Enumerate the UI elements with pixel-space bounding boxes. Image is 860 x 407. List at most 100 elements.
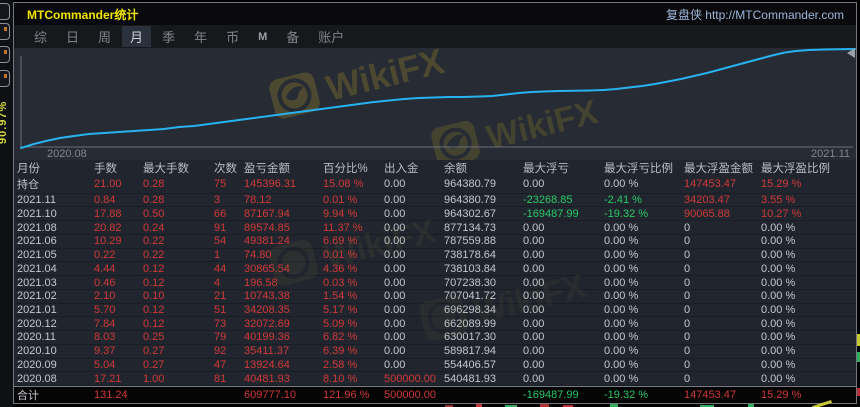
column-header: 次数 <box>214 163 237 175</box>
table-row[interactable]: 2021.04 4.44 0.12 44 30865.54 4.36 % 0.00 73810… <box>14 262 856 277</box>
table-cell: 0.22 <box>143 249 165 262</box>
table-cell: 0 <box>684 345 691 358</box>
menu-item-年[interactable]: 年 <box>186 26 215 47</box>
table-row[interactable]: 2020.11 8.03 0.25 79 40199.36 6.82 % 0.00 63001… <box>14 331 856 345</box>
table-cell: 0.00 % <box>761 221 796 234</box>
menu-item-季[interactable]: 季 <box>154 26 183 47</box>
column-header: 最大浮亏比例 <box>604 163 673 175</box>
total-cell: 121.96 % <box>323 389 370 401</box>
menu-item-备[interactable]: 备 <box>278 26 307 47</box>
table-cell: 0.00 % <box>604 345 639 358</box>
column-header: 盈亏金额 <box>244 163 290 175</box>
table-cell: 707238.30 <box>444 276 496 289</box>
table-cell: 0.00 % <box>604 235 639 248</box>
table-cell: 196.58 <box>244 276 278 289</box>
brand-link[interactable]: 复盘侠 http://MTCommander.com <box>666 6 844 23</box>
table-cell: 34208.35 <box>244 303 290 316</box>
table-cell: 6.39 % <box>323 345 358 358</box>
table-row[interactable]: 2020.09 5.04 0.27 47 13924.64 2.58 % 0.00 55440… <box>14 359 856 373</box>
table-cell: 0.00 <box>523 178 545 191</box>
table-cell: 0.00 <box>523 372 545 385</box>
table-cell: 持仓 <box>17 179 39 192</box>
column-header: 百分比% <box>323 163 368 175</box>
table-cell: 0.00 <box>384 221 406 234</box>
table-cell: 0.00 % <box>761 372 796 385</box>
table-cell: 0.00 % <box>761 290 796 303</box>
table-cell: 10.29 <box>94 235 122 248</box>
table-row[interactable]: 2020.08 17.21 1.00 81 40481.93 8.10 % 500000.0… <box>14 372 856 387</box>
table-row[interactable]: 2020.12 7.84 0.12 73 32072.69 5.09 % 0.00 66208… <box>14 317 856 332</box>
table-cell: 78.12 <box>244 194 272 207</box>
stats-table: WikiFX WikiFX 月份 手数 最大手数 次数 盈亏金额 百分比% 出入金 余额 最大浮… <box>14 160 856 403</box>
edge-toolbar-button[interactable] <box>0 3 10 20</box>
table-cell: 74.80 <box>244 249 272 262</box>
edge-toolbar-button[interactable] <box>0 70 10 87</box>
total-cell: -19.32 % <box>604 389 649 401</box>
table-row[interactable]: 2021.11 0.84 0.28 3 78.12 0.01 % 0.00 964380.79… <box>14 194 856 208</box>
table-cell: 4 <box>214 276 221 289</box>
table-cell: 6.82 % <box>323 331 358 344</box>
table-cell: 2020.12 <box>17 317 57 330</box>
table-row[interactable]: 2021.05 0.22 0.22 1 74.80 0.01 % 0.00 738178.64… <box>14 249 856 263</box>
table-row[interactable]: 2021.02 2.10 0.10 21 10743.38 1.54 % 0.00 70704… <box>14 290 856 304</box>
column-header: 手数 <box>94 163 117 175</box>
total-cell: 147453.47 <box>684 389 736 401</box>
table-row[interactable]: 持仓 21.00 0.28 75 145396.31 15.08 % 0.00 964380.… <box>14 176 856 194</box>
table-cell: 2021.01 <box>17 303 57 316</box>
table-cell: 8.03 <box>94 331 116 344</box>
table-cell: 540481.93 <box>444 372 496 385</box>
table-cell: 964380.79 <box>444 194 496 207</box>
edge-toolbar-button[interactable] <box>0 46 10 63</box>
table-cell: 0.00 <box>523 249 545 262</box>
table-cell: 6.69 % <box>323 235 358 248</box>
table-cell: 0 <box>684 358 691 371</box>
table-cell: 7.84 <box>94 317 116 330</box>
table-cell: 0.00 % <box>604 276 639 289</box>
menu-item-综[interactable]: 综 <box>26 26 55 47</box>
menu-item-M[interactable]: M <box>250 30 275 44</box>
table-row[interactable]: 2021.01 5.70 0.12 51 34208.35 5.17 % 0.00 69629… <box>14 304 856 318</box>
table-cell: 0.00 <box>384 207 406 220</box>
table-cell: 0.00 <box>384 194 406 207</box>
table-cell: 40481.93 <box>244 372 290 385</box>
table-cell: 662089.99 <box>444 317 496 330</box>
table-total-row: 合计 131.24 609777.10 121.96 % 500000.00 -16948… <box>14 386 856 403</box>
x-axis-end-label: 2021.11 <box>811 148 850 160</box>
table-cell: 0.00 <box>523 317 545 330</box>
menu-item-月[interactable]: 月 <box>122 26 152 47</box>
table-cell: 17.88 <box>94 207 122 220</box>
table-cell: 964302.67 <box>444 207 496 220</box>
table-row[interactable]: 2021.08 20.82 0.24 91 89574.85 11.37 % 0.00 877… <box>14 221 856 235</box>
table-cell: -169487.99 <box>523 207 579 220</box>
total-cell: 500000.00 <box>384 389 436 401</box>
table-cell: 2021.10 <box>17 207 57 220</box>
table-row[interactable]: 2021.10 17.88 0.50 66 87167.94 9.94 % 0.00 9643… <box>14 207 856 222</box>
table-row[interactable]: 2021.03 0.46 0.12 4 196.58 0.03 % 0.00 707238.3… <box>14 276 856 290</box>
table-cell: 0.01 % <box>323 249 358 262</box>
edge-toolbar-button[interactable] <box>0 23 10 40</box>
table-cell: 1 <box>214 249 221 262</box>
table-cell: 0.46 <box>94 276 116 289</box>
table-cell: 89574.85 <box>244 221 290 234</box>
menu-item-币[interactable]: 币 <box>218 26 247 47</box>
table-cell: 5.04 <box>94 358 116 371</box>
table-cell: 2020.09 <box>17 358 57 371</box>
table-cell: 0 <box>684 249 691 262</box>
table-cell: 0.00 % <box>761 262 796 275</box>
table-cell: 9.94 % <box>323 207 358 220</box>
table-cell: 0.00 <box>523 345 545 358</box>
button-marker <box>4 50 7 54</box>
table-cell: -23268.85 <box>523 194 573 207</box>
table-row[interactable]: 2021.06 10.29 0.22 54 49381.24 6.69 % 0.00 7875… <box>14 235 856 249</box>
stats-window: MTCommander统计 复盘侠 http://MTCommander.com… <box>13 2 857 404</box>
menu-item-日[interactable]: 日 <box>58 26 87 47</box>
menu-item-周[interactable]: 周 <box>90 26 119 47</box>
table-cell: 90065.88 <box>684 207 730 220</box>
table-cell: -19.32 % <box>604 207 649 220</box>
table-cell: 0 <box>684 303 691 316</box>
table-cell: 0.00 % <box>604 290 639 303</box>
table-cell: -2.41 % <box>604 194 642 207</box>
table-row[interactable]: 2020.10 9.37 0.27 92 35411.37 6.39 % 0.00 58981… <box>14 345 856 359</box>
menu-item-账户[interactable]: 账户 <box>310 26 352 47</box>
table-cell: 0 <box>684 221 691 234</box>
